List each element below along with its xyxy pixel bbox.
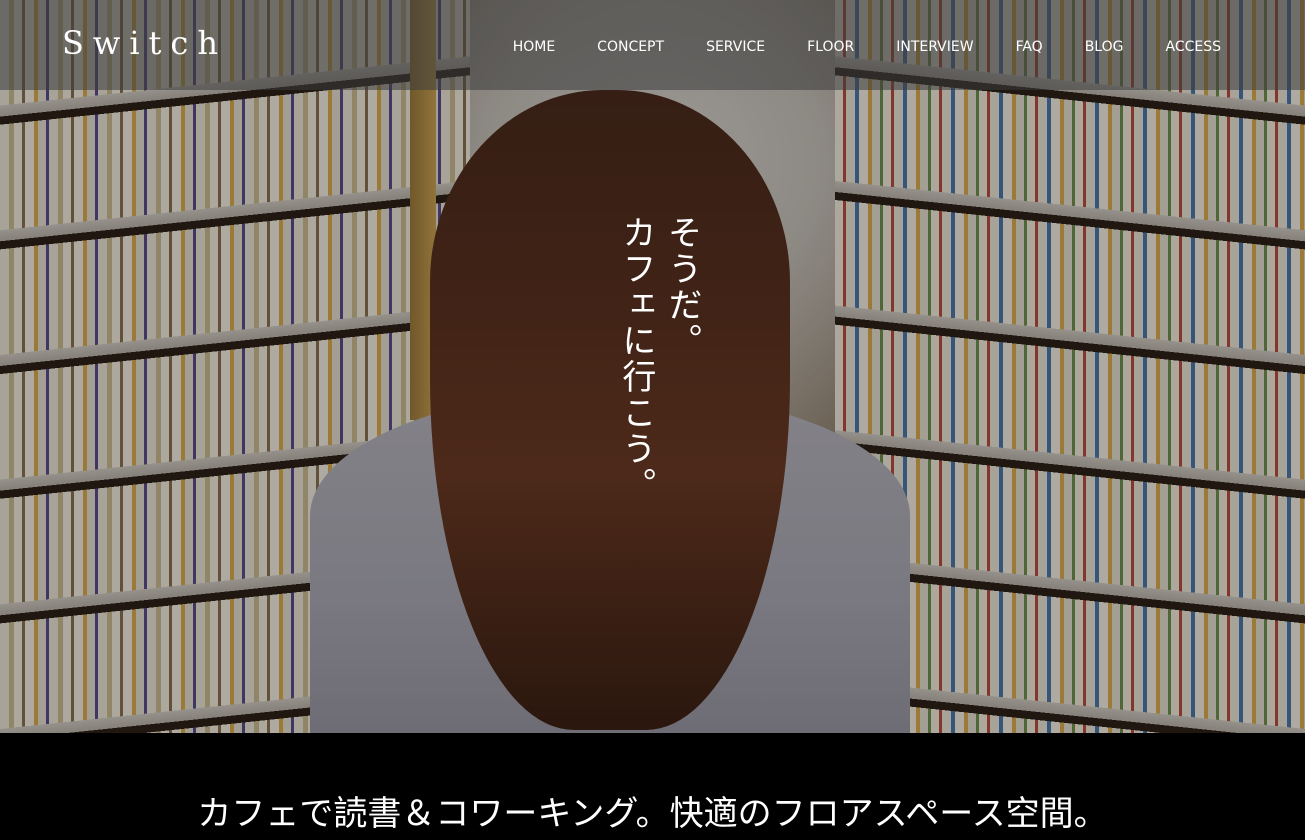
nav-item-faq: FAQ bbox=[1016, 36, 1043, 55]
catchphrase-line-1: そうだ。 bbox=[661, 215, 702, 359]
site-header: Switch HOME CONCEPT SERVICE FLOOR INTERV… bbox=[0, 0, 1305, 90]
nav-link-blog[interactable]: BLOG bbox=[1085, 39, 1124, 55]
nav-link-service[interactable]: SERVICE bbox=[706, 39, 765, 55]
nav-link-floor[interactable]: FLOOR bbox=[807, 39, 854, 55]
hero-catchphrase: そうだ。 カフェに行こう。 bbox=[612, 215, 704, 503]
nav-item-blog: BLOG bbox=[1085, 36, 1124, 55]
main-nav: HOME CONCEPT SERVICE FLOOR INTERVIEW FAQ… bbox=[513, 36, 1221, 55]
nav-link-access[interactable]: ACCESS bbox=[1165, 39, 1221, 55]
nav-item-concept: CONCEPT bbox=[597, 36, 664, 55]
catchphrase-line-2: カフェに行こう。 bbox=[615, 215, 656, 503]
nav-link-home[interactable]: HOME bbox=[513, 39, 555, 55]
nav-item-access: ACCESS bbox=[1165, 36, 1221, 55]
nav-link-interview[interactable]: INTERVIEW bbox=[896, 39, 973, 55]
nav-item-home: HOME bbox=[513, 36, 555, 55]
nav-item-service: SERVICE bbox=[706, 36, 765, 55]
nav-link-concept[interactable]: CONCEPT bbox=[597, 39, 664, 55]
site-logo[interactable]: Switch bbox=[62, 24, 227, 62]
nav-link-faq[interactable]: FAQ bbox=[1016, 39, 1043, 55]
nav-item-interview: INTERVIEW bbox=[896, 36, 973, 55]
nav-item-floor: FLOOR bbox=[807, 36, 854, 55]
intro-headline: カフェで読書＆コワーキング。快適のフロアスペース空間。 bbox=[197, 794, 1108, 834]
